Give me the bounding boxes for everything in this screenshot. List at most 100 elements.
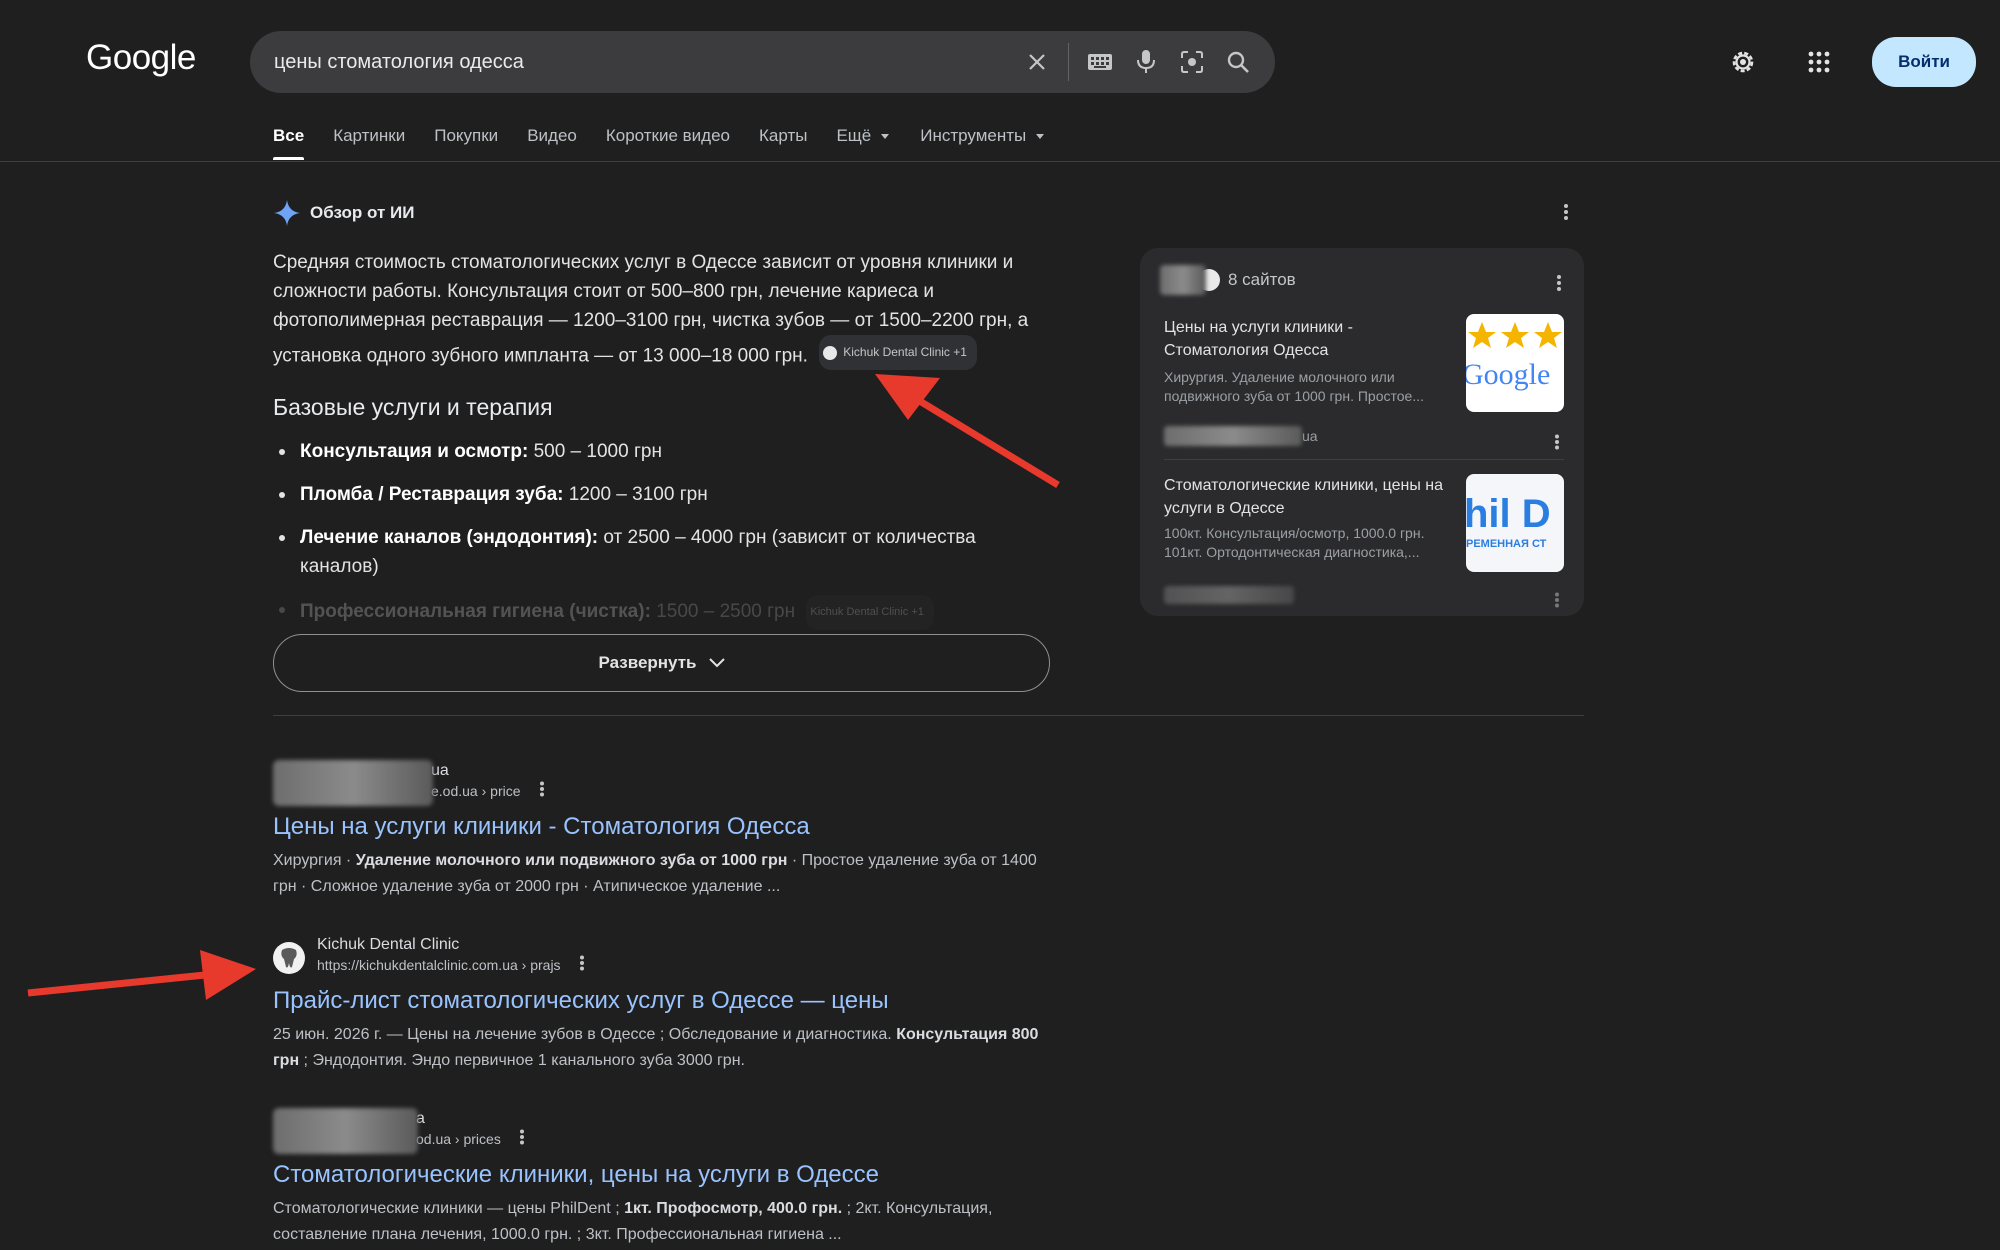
snippet-text: 25 июн. 2026 г. — Цены на лечение зубов … [273,1026,897,1043]
result-site-header: a od.ua › prices [273,1108,1053,1156]
source-more-icon[interactable] [1554,592,1560,613]
source-thumbnail: Google [1466,314,1564,412]
list-item: Консультация и осмотр: 500 – 1000 грн [273,437,1053,466]
result-url[interactable]: https://kichukdentalclinic.com.ua › praj… [317,957,561,973]
tab-tools[interactable]: Инструменты [920,126,1045,160]
snippet-bold: Удаление молочного или подвижного зуба о… [355,852,788,869]
source-divider [1164,459,1564,460]
source-domain [1164,586,1294,604]
google-logo[interactable]: Google [86,38,196,78]
thumbnail-caption: РЕМЕННАЯ СТ [1466,538,1547,550]
list-item: Пломба / Реставрация зуба: 1200 – 3100 г… [273,480,1053,509]
list-item-value: 1200 – 3100 грн [563,484,708,505]
annotation-arrow [27,950,256,1000]
search-result: a od.ua › prices Стоматологические клини… [273,1108,1053,1248]
blurred-domain [1164,426,1302,446]
blurred-domain [1164,586,1294,604]
tab-shopping[interactable]: Покупки [434,126,498,160]
source-chip-label: Kichuk Dental Clinic +1 [843,345,967,359]
microphone-icon[interactable] [1123,39,1169,85]
result-more-icon[interactable] [579,955,585,974]
result-url[interactable]: e.od.ua › price [431,783,521,799]
tab-tools-label: Инструменты [920,126,1027,145]
faded-source-chip: Kichuk Dental Clinic +1 [806,595,934,630]
list-item-value: 1500 – 2500 грн [650,601,796,622]
result-site-header: Kichuk Dental Clinic https://kichukdenta… [273,934,1053,982]
result-site-name: Kichuk Dental Clinic [317,936,460,953]
tab-more[interactable]: Ещё [836,126,890,160]
snippet-bold: 1кт. Профосмотр, 400.0 грн. [624,1200,843,1217]
source-title[interactable]: Цены на услуги клиники - Стоматология Од… [1164,316,1454,362]
list-item-label: Лечение каналов (эндодонтия): [300,527,599,548]
source-domain-text: ua [1302,428,1318,444]
clear-icon[interactable] [1014,39,1060,85]
blurred-site-favicon [273,760,433,806]
result-site-name: a [416,1110,425,1127]
sources-header: 8 сайтов [1160,265,1296,295]
blurred-site-favicon [273,1108,418,1154]
result-url-row: https://kichukdentalclinic.com.ua › praj… [317,955,585,974]
thumbnail-text: Google [1466,358,1551,391]
lens-icon[interactable] [1169,39,1215,85]
ai-section-heading: Базовые услуги и терапия [273,394,553,420]
source-card[interactable]: Стоматологические клиники, цены на услуг… [1164,474,1564,614]
source-card[interactable]: Цены на услуги клиники - Стоматология Од… [1164,314,1564,456]
source-more-icon[interactable] [1554,434,1560,455]
result-snippet: Стоматологические клиники — цены PhilDen… [273,1196,1053,1248]
list-item: Лечение каналов (эндодонтия): от 2500 – … [273,523,1053,581]
result-title-link[interactable]: Прайс-лист стоматологических услуг в Оде… [273,985,1053,1017]
result-more-icon[interactable] [539,781,545,800]
tab-videos[interactable]: Видео [527,126,577,160]
snippet-text: Стоматологические клиники — цены PhilDen… [273,1200,625,1217]
panel-more-options-icon[interactable] [1556,274,1562,297]
result-site-name: ua [431,762,449,779]
keyboard-icon[interactable] [1077,39,1123,85]
list-item-label: Консультация и осмотр: [300,441,529,462]
chevron-down-icon [708,658,725,668]
result-snippet: 25 июн. 2026 г. — Цены на лечение зубов … [273,1022,1053,1074]
ai-overview-title: Обзор от ИИ [310,203,415,222]
tab-maps[interactable]: Карты [759,126,807,160]
sources-count: 8 сайтов [1228,270,1296,289]
result-site-header: ua e.od.ua › price [273,760,1053,808]
result-title-link[interactable]: Стоматологические клиники, цены на услуг… [273,1159,1053,1191]
search-input[interactable]: цены стоматология одесса [274,51,1014,74]
tab-all[interactable]: Все [273,126,305,160]
sign-in-button[interactable]: Войти [1872,37,1976,87]
tab-more-label: Ещё [836,126,872,145]
expand-label: Развернуть [598,653,697,672]
chevron-down-icon [1036,133,1045,139]
sources-panel: 8 сайтов Цены на услуги клиники - Стомат… [1140,248,1584,616]
clinic-favicon-icon [823,345,838,360]
result-url-row: od.ua › prices [416,1129,525,1148]
gemini-sparkle-icon [274,200,300,226]
chevron-down-icon [881,133,890,139]
list-item: Профессиональная гигиена (чистка): 1500 … [273,595,1053,630]
result-snippet: Хирургия · Удаление молочного или подвиж… [273,848,1053,900]
search-icon[interactable] [1215,39,1261,85]
expand-button[interactable]: Развернуть [273,634,1050,692]
ai-services-list: Консультация и осмотр: 500 – 1000 грн Пл… [273,437,1053,644]
search-tabs: Все Картинки Покупки Видео Короткие виде… [273,126,1045,160]
thumbnail-text: hil D [1466,492,1551,536]
result-more-icon[interactable] [519,1129,525,1148]
result-url[interactable]: od.ua › prices [416,1131,501,1147]
settings-gear-icon[interactable] [1720,39,1766,85]
tab-short-videos[interactable]: Короткие видео [606,126,730,160]
tab-images[interactable]: Картинки [333,126,405,160]
search-divider [1068,43,1069,81]
snippet-text: Хирургия · [273,852,356,869]
ai-more-options-icon[interactable] [1563,203,1569,226]
source-domain: ua [1164,426,1444,446]
source-title[interactable]: Стоматологические клиники, цены на услуг… [1164,474,1454,520]
result-title-link[interactable]: Цены на услуги клиники - Стоматология Од… [273,811,1053,843]
list-item-label: Пломба / Реставрация зуба: [300,484,564,505]
search-bar[interactable]: цены стоматология одесса [250,31,1275,93]
ai-overview-header: Обзор от ИИ [274,200,414,226]
source-chip[interactable]: Kichuk Dental Clinic +1 [819,335,977,370]
list-item-value: 500 – 1000 грн [528,441,662,462]
apps-grid-icon[interactable] [1796,39,1842,85]
kichuk-tooth-logo-icon [273,942,305,974]
source-thumbnail: hil D РЕМЕННАЯ СТ [1466,474,1564,572]
ai-overview-text: Средняя стоимость стоматологических услу… [273,248,1053,371]
